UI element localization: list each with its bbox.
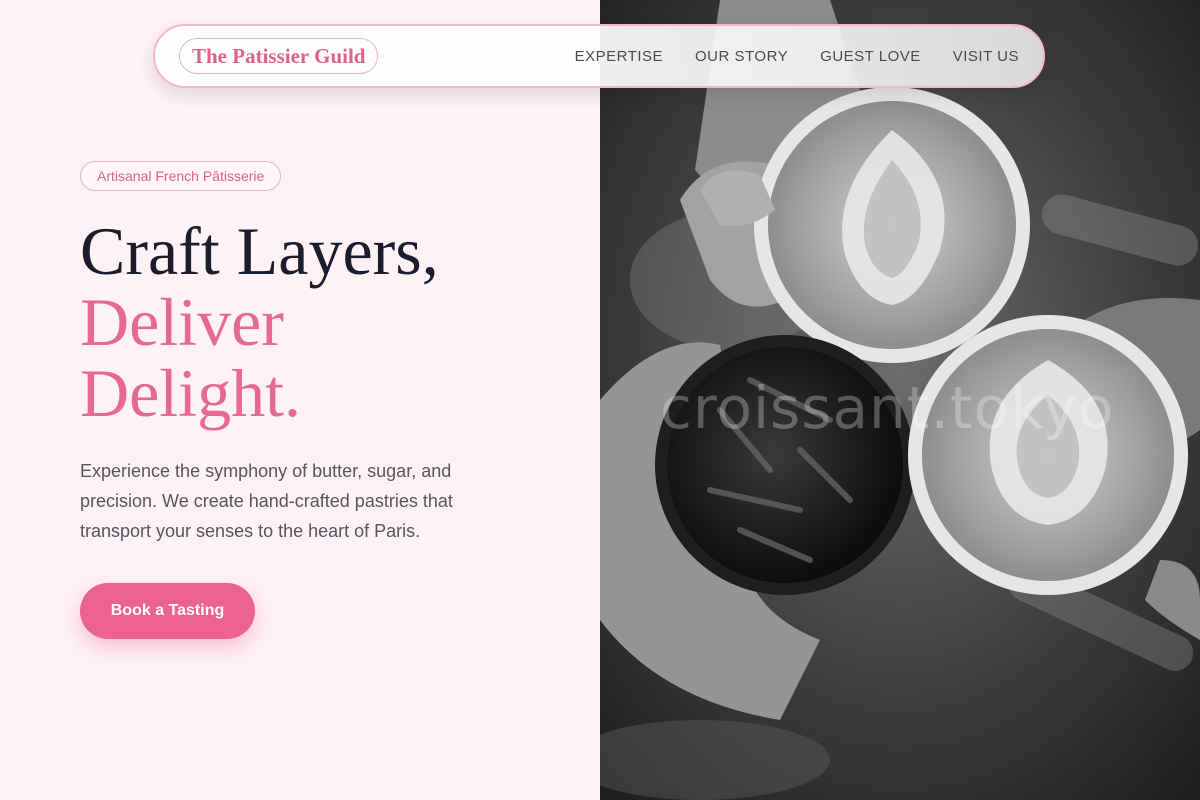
nav-link-our-story[interactable]: OUR STORY [695, 48, 788, 65]
category-badge: Artisanal French Pâtisserie [80, 161, 282, 191]
watermark-text: croissant.tokyo [660, 374, 1115, 442]
nav-link-guest-love[interactable]: GUEST LOVE [820, 48, 921, 65]
hero-description: Experience the symphony of butter, sugar… [80, 461, 453, 541]
hero-photo: croissant.tokyo [600, 0, 1200, 800]
hero-headline: Craft Layers, Deliver Delight. [80, 216, 439, 429]
brand-logo[interactable]: The Patissier Guild [179, 38, 379, 74]
headline-line-1: Craft Layers, [80, 213, 439, 289]
nav-link-expertise[interactable]: EXPERTISE [575, 48, 663, 65]
headline-line-3: Delight. [80, 355, 301, 431]
nav-links: EXPERTISE OUR STORY GUEST LOVE VISIT US [575, 26, 1019, 86]
page: Artisanal French Pâtisserie Craft Layers… [0, 0, 1200, 800]
book-tasting-button[interactable]: Book a Tasting [80, 583, 255, 639]
hero-left-panel: Artisanal French Pâtisserie Craft Layers… [0, 0, 600, 800]
nav-link-visit-us[interactable]: VISIT US [953, 48, 1019, 65]
headline-line-2: Deliver [80, 284, 284, 360]
top-navbar: The Patissier Guild EXPERTISE OUR STORY … [153, 24, 1045, 88]
